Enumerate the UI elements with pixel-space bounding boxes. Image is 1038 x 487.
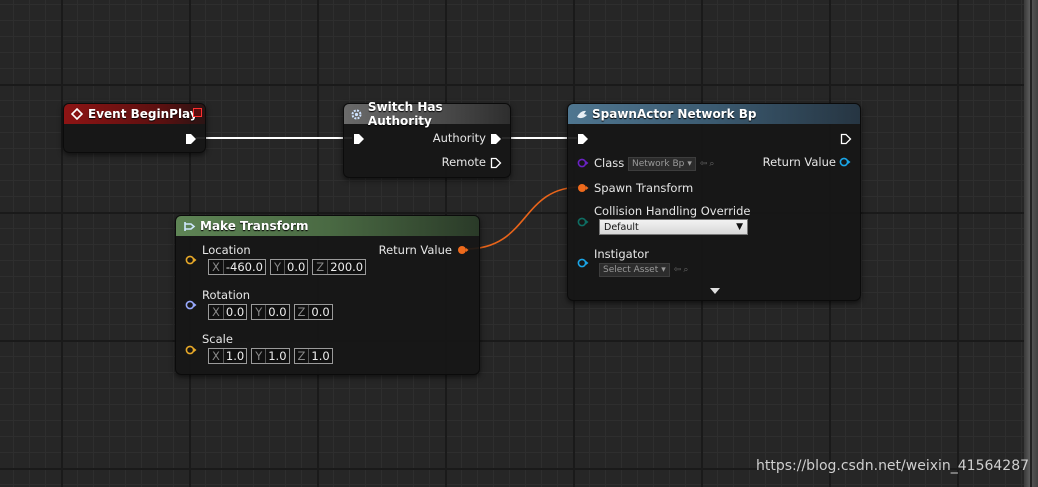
- scale-label: Scale: [202, 332, 233, 346]
- spawn-return-pin[interactable]: [838, 157, 852, 167]
- scale-y-field[interactable]: Y 1.0: [251, 348, 290, 364]
- instigator-pin[interactable]: [577, 258, 589, 268]
- make-transform-return-pin[interactable]: [456, 245, 470, 255]
- rotation-z-value: 0.0: [311, 305, 330, 319]
- axis-z-label: Z: [295, 349, 310, 363]
- collision-label: Collision Handling Override: [594, 204, 751, 218]
- location-pin[interactable]: [185, 255, 197, 265]
- axis-x-label: X: [209, 305, 224, 319]
- axis-z-label: Z: [295, 305, 310, 319]
- make-transform-node[interactable]: Make Transform Return Value Location X -4…: [175, 215, 480, 375]
- spawnactor-header[interactable]: SpawnActor Network Bp: [568, 104, 860, 124]
- function-icon: [574, 107, 588, 121]
- location-label: Location: [202, 243, 251, 257]
- scale-y-value: 1.0: [268, 349, 287, 363]
- rotation-z-field[interactable]: Z 0.0: [293, 304, 333, 320]
- spawn-transform-pin[interactable]: [577, 183, 589, 193]
- event-diamond-icon: [70, 107, 84, 121]
- class-selector[interactable]: Network Bp ▾ ⇦ ⌕: [628, 157, 714, 171]
- rotation-label: Rotation: [202, 288, 251, 302]
- rotation-y-field[interactable]: Y 0.0: [251, 304, 290, 320]
- spawn-return-label: Return Value: [762, 155, 836, 169]
- authority-label: Authority: [432, 131, 486, 145]
- event-beginplay-header[interactable]: Event BeginPlay: [64, 104, 205, 124]
- class-label: Class: [594, 156, 625, 170]
- location-x-field[interactable]: X -460.0: [208, 259, 266, 275]
- location-x-value: -460.0: [225, 260, 263, 274]
- rotation-x-value: 0.0: [225, 305, 245, 319]
- collision-pin[interactable]: [577, 217, 589, 227]
- rotation-fields: X 0.0 Y 0.0 Z 0.0: [208, 304, 333, 320]
- spawnactor-node[interactable]: SpawnActor Network Bp Class Network Bp ▾ …: [567, 103, 861, 301]
- rotation-x-field[interactable]: X 0.0: [208, 304, 248, 320]
- scale-x-field[interactable]: X 1.0: [208, 348, 248, 364]
- dropdown-arrow-icon: ▾: [687, 159, 692, 169]
- collision-value: Default: [604, 221, 639, 233]
- make-transform-return-label: Return Value: [378, 243, 452, 257]
- scale-z-value: 1.0: [311, 349, 330, 363]
- switch-title: Switch Has Authority: [367, 100, 443, 128]
- event-delegate-pin[interactable]: [193, 108, 202, 117]
- collision-dropdown[interactable]: Default ▼: [599, 219, 748, 235]
- remote-exec-out-pin[interactable]: [490, 157, 502, 169]
- remote-label: Remote: [441, 155, 486, 169]
- make-transform-header[interactable]: Make Transform: [176, 216, 479, 236]
- location-y-field[interactable]: Y 0.0: [269, 259, 309, 275]
- location-z-field[interactable]: Z 200.0: [312, 259, 367, 275]
- use-selected-arrow-icon[interactable]: ⇦: [674, 265, 682, 275]
- use-selected-arrow-icon[interactable]: ⇦: [700, 159, 708, 169]
- expand-advanced-pins-icon[interactable]: [709, 287, 721, 295]
- scale-pin[interactable]: [185, 345, 197, 355]
- rotation-y-value: 0.0: [268, 305, 287, 319]
- chevron-down-icon: ▼: [736, 222, 743, 232]
- instigator-selector[interactable]: Select Asset ▾ ⇦ ⌕: [599, 263, 688, 277]
- location-fields: X -460.0 Y 0.0 Z 200.0: [208, 259, 367, 275]
- spawn-transform-label: Spawn Transform: [594, 181, 694, 195]
- authority-exec-out-pin[interactable]: [490, 133, 502, 145]
- rotation-pin[interactable]: [185, 300, 197, 310]
- scale-fields: X 1.0 Y 1.0 Z 1.0: [208, 348, 333, 364]
- instigator-value: Select Asset: [603, 265, 659, 275]
- event-beginplay-title: Event BeginPlay: [88, 107, 198, 121]
- dropdown-arrow-icon: ▾: [661, 265, 666, 275]
- class-pin[interactable]: [577, 158, 589, 168]
- axis-y-label: Y: [271, 260, 285, 274]
- instigator-label: Instigator: [594, 247, 649, 261]
- spawn-exec-in-pin[interactable]: [577, 133, 589, 145]
- wire-layer: [196, 137, 582, 250]
- event-exec-out-pin[interactable]: [185, 133, 197, 145]
- class-value: Network Bp: [632, 159, 685, 169]
- switch-exec-in-pin[interactable]: [353, 133, 365, 145]
- axis-z-label: Z: [313, 260, 329, 274]
- location-z-value: 200.0: [330, 260, 364, 274]
- axis-x-label: X: [209, 260, 224, 274]
- switch-gear-icon: [350, 107, 364, 121]
- scale-x-value: 1.0: [225, 349, 245, 363]
- switch-has-authority-node[interactable]: Switch Has Authority Authority Remote: [343, 100, 511, 178]
- spawnactor-title: SpawnActor Network Bp: [592, 107, 757, 121]
- switch-header[interactable]: Switch Has Authority: [344, 100, 510, 128]
- scale-z-field[interactable]: Z 1.0: [293, 348, 333, 364]
- axis-y-label: Y: [252, 305, 267, 319]
- watermark-url: https://blog.csdn.net/weixin_41564287: [756, 458, 1030, 474]
- axis-y-label: Y: [252, 349, 267, 363]
- event-beginplay-node[interactable]: Event BeginPlay: [63, 103, 206, 153]
- location-y-value: 0.0: [287, 260, 306, 274]
- browse-search-icon[interactable]: ⌕: [709, 159, 714, 169]
- axis-x-label: X: [209, 349, 224, 363]
- pure-function-icon: [182, 219, 196, 233]
- transform-wire: [465, 186, 582, 250]
- make-transform-title: Make Transform: [200, 219, 309, 233]
- browse-search-icon[interactable]: ⌕: [683, 265, 688, 275]
- spawn-exec-out-pin[interactable]: [840, 133, 852, 145]
